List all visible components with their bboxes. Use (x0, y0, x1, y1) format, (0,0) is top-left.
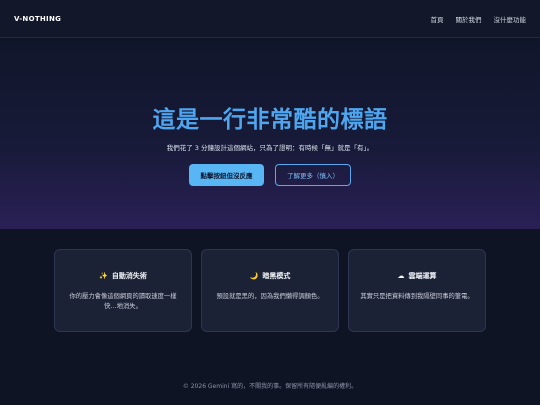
nav-link-home[interactable]: 首頁 (431, 14, 444, 24)
feature-title-text: 暗黑模式 (262, 272, 291, 280)
hero-subtitle: 我們花了 3 分鐘設計這個網站，只為了證明：有時候「無」就是「有」。 (166, 144, 374, 152)
hero-section: 這是一行非常酷的標語 我們花了 3 分鐘設計這個網站，只為了證明：有時候「無」就… (0, 39, 540, 229)
feature-card-dark-mode: 🌙 暗黑模式 預設就是黑的，因為我們懶得調顏色。 (201, 249, 339, 332)
nav-link-about[interactable]: 關於我們 (456, 14, 482, 24)
learn-more-button[interactable]: 了解更多（慎入） (275, 164, 351, 186)
feature-card-description: 你的壓力會像這個網頁的讀取速度一樣快…地消失。 (69, 293, 177, 310)
top-navbar: V-NOTHING 首頁 關於我們 沒什麼功能 (0, 0, 540, 38)
footer-copyright: © 2026 Gemini 寫的，不關我的事。保留所有隨便亂編的權利。 (182, 383, 358, 390)
feature-card-auto-vanish: ✨ 自動消失術 你的壓力會像這個網頁的讀取速度一樣快…地消失。 (54, 249, 192, 332)
cloud-icon: ☁ (397, 272, 405, 280)
sparkles-icon: ✨ (99, 272, 108, 280)
feature-card-title: 🌙 暗黑模式 (202, 271, 338, 281)
nav-link-features[interactable]: 沒什麼功能 (494, 14, 527, 24)
moon-icon: 🌙 (249, 272, 259, 280)
feature-card-description: 預設就是黑的，因為我們懶得調顏色。 (216, 293, 324, 300)
feature-title-text: 雲端運算 (408, 272, 437, 280)
feature-card-title: ☁ 雲端運算 (349, 271, 485, 281)
brand-logo[interactable]: V-NOTHING (14, 15, 61, 23)
feature-card-title: ✨ 自動消失術 (55, 271, 191, 281)
primary-cta-button[interactable]: 點擊按鈕但沒反應 (189, 164, 264, 186)
features-section: ✨ 自動消失術 你的壓力會像這個網頁的讀取速度一樣快…地消失。 🌙 暗黑模式 預… (54, 249, 486, 332)
feature-card-description: 其實只是把資料傳到我隔壁同事的筆電。 (360, 293, 474, 300)
feature-card-cloud: ☁ 雲端運算 其實只是把資料傳到我隔壁同事的筆電。 (348, 249, 486, 332)
feature-title-text: 自動消失術 (111, 272, 147, 280)
hero-buttons: 點擊按鈕但沒反應 了解更多（慎入） (0, 164, 540, 186)
nav-links: 首頁 關於我們 沒什麼功能 (431, 14, 527, 24)
hero-title: 這是一行非常酷的標語 (152, 107, 388, 133)
